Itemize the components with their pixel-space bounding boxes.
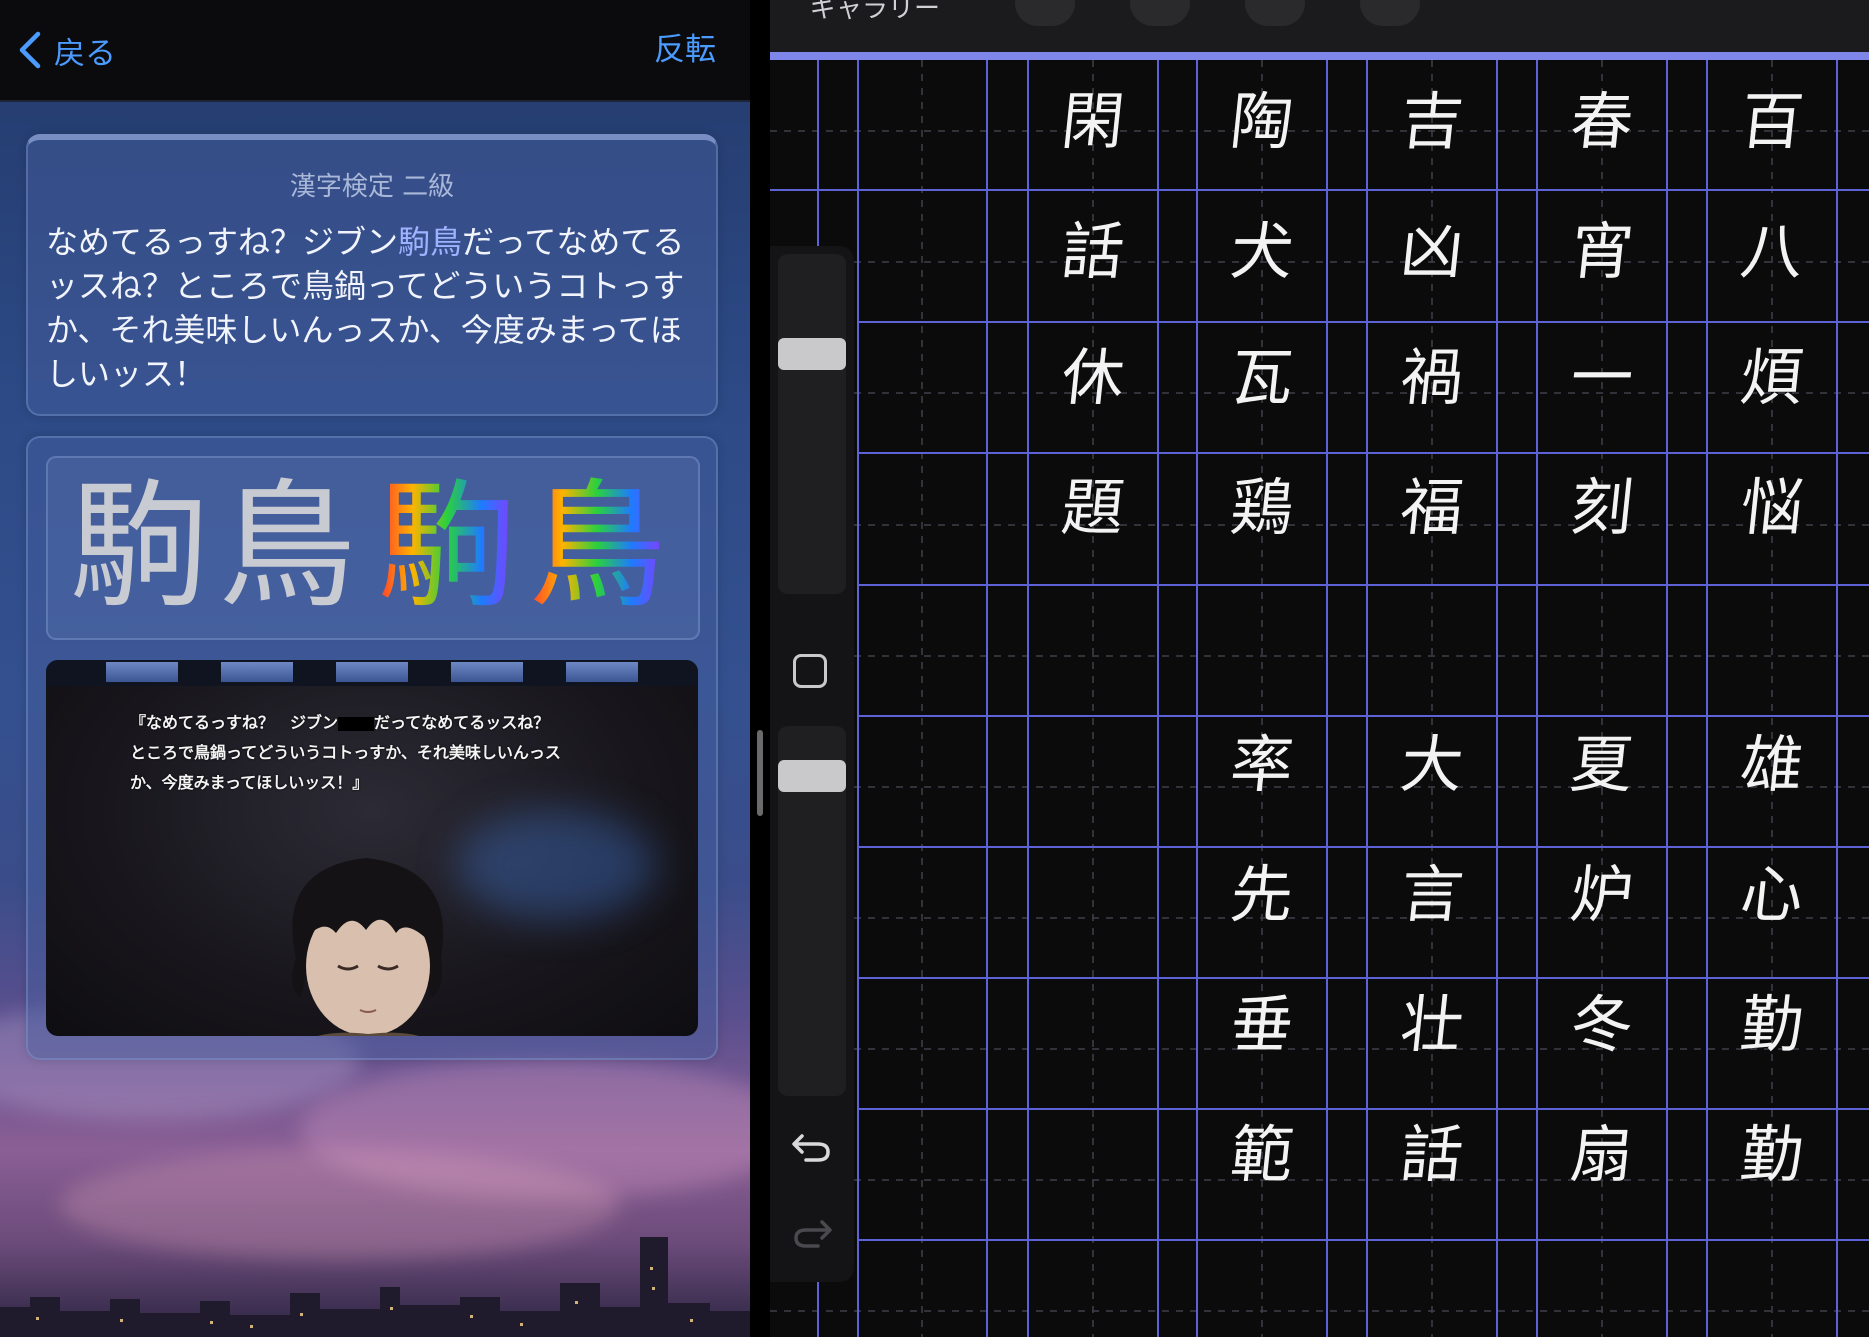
toolbar-tool-button[interactable] xyxy=(1130,0,1190,26)
question-text-before: なめてるっすね？ジブン xyxy=(46,223,399,261)
practice-cell[interactable] xyxy=(1696,583,1848,693)
practice-cell[interactable]: 壮 xyxy=(1356,970,1508,1080)
nav-bar: 戻る 反転 xyxy=(0,0,750,102)
redo-icon[interactable] xyxy=(790,1212,834,1252)
practice-cell[interactable]: 雄 xyxy=(1696,710,1848,820)
practice-cell[interactable]: 垂 xyxy=(1186,970,1338,1080)
practice-cell[interactable]: 陶 xyxy=(1186,67,1338,177)
practice-cell[interactable]: 炉 xyxy=(1526,840,1678,950)
practice-cell[interactable] xyxy=(1017,583,1169,693)
practice-cell[interactable]: 瓦 xyxy=(1186,323,1338,433)
practice-cell[interactable]: 禍 xyxy=(1356,323,1508,433)
brush-tool-button[interactable] xyxy=(1730,0,1790,26)
practice-cell[interactable]: 悩 xyxy=(1696,453,1848,563)
practice-cell[interactable]: 勤 xyxy=(1696,970,1848,1080)
dialogue-line1-before: 『なめてるっすね？ ジブン xyxy=(130,713,339,732)
game-dialogue-text: 『なめてるっすね？ ジブン だってなめてるッスね？ ところで鳥鍋ってどういうコトっ… xyxy=(130,708,630,798)
practice-cell[interactable]: 冬 xyxy=(1526,970,1678,1080)
undo-icon[interactable] xyxy=(790,1126,834,1166)
back-label: 戻る xyxy=(54,35,116,72)
practice-cell[interactable]: 題 xyxy=(1017,453,1169,563)
practice-cell[interactable]: 心 xyxy=(1696,840,1848,950)
practice-cell[interactable] xyxy=(1017,970,1169,1080)
practice-cell[interactable]: 勤 xyxy=(1696,1100,1848,1210)
dialogue-line1-after: だってなめてるッスね？ xyxy=(374,713,550,732)
dialogue-line3: か、今度みまってほしいッス！』 xyxy=(130,773,369,792)
practice-cell[interactable]: 八 xyxy=(1696,197,1848,307)
question-card: 漢字検定 二級 なめてるっすね？ジブン駒鳥だってなめてるッスね？ところで鳥鍋って… xyxy=(26,134,718,416)
answer-kanji-1: 駒 xyxy=(70,466,209,627)
toolbar-tool-button[interactable] xyxy=(1360,0,1420,26)
practice-cell[interactable]: 吉 xyxy=(1356,67,1508,177)
brush-size-slider[interactable] xyxy=(778,254,846,594)
split-view-divider xyxy=(750,0,770,1337)
game-screenshot: 『なめてるっすね？ ジブン だってなめてるッスね？ ところで鳥鍋ってどういうコトっ… xyxy=(46,660,698,1036)
back-button[interactable]: 戻る xyxy=(18,28,116,72)
practice-cell[interactable]: 話 xyxy=(1356,1100,1508,1210)
split-view-handle[interactable] xyxy=(757,730,763,816)
modify-square-icon[interactable] xyxy=(793,654,827,688)
practice-cell[interactable]: 百 xyxy=(1696,67,1848,177)
quiz-category: 漢字検定 二級 xyxy=(289,172,455,202)
question-highlight: 駒鳥 xyxy=(398,223,463,261)
toolbar-tool-button[interactable] xyxy=(1015,0,1075,26)
practice-cell[interactable]: 大 xyxy=(1356,710,1508,820)
practice-cell[interactable]: 率 xyxy=(1186,710,1338,820)
practice-cell[interactable]: 休 xyxy=(1017,323,1169,433)
practice-cell[interactable]: 春 xyxy=(1526,67,1678,177)
city-skyline xyxy=(0,1237,750,1337)
drawing-toolbar: ギャラリー xyxy=(770,0,1869,52)
practice-cell[interactable]: 一 xyxy=(1526,323,1678,433)
practice-cell[interactable] xyxy=(1017,1100,1169,1210)
blue-bird-glow xyxy=(456,810,656,920)
practice-cell[interactable]: 犬 xyxy=(1186,197,1338,307)
practice-cell[interactable]: 先 xyxy=(1186,840,1338,950)
kanji-quiz-pane: 戻る 反転 漢字検定 二級 なめてるっすね？ジブン駒鳥だってなめてるッスね？とこ… xyxy=(0,0,750,1337)
question-text: なめてるっすね？ジブン駒鳥だってなめてるッスね？ところで鳥鍋ってどういうコトっす… xyxy=(46,220,706,396)
practice-cell[interactable]: 範 xyxy=(1186,1100,1338,1210)
canvas-top-border xyxy=(770,52,1869,60)
practice-cell[interactable]: 閑 xyxy=(1017,67,1169,177)
drawing-app-pane: ギャラリー 閑 陶 吉 春 百 話 犬 凶 宵 八 休 瓦 禍 一 煩 題 鶏 … xyxy=(770,0,1869,1337)
practice-cell[interactable]: 話 xyxy=(1017,197,1169,307)
answer-kanji-2: 鳥 xyxy=(218,466,357,627)
character-illustration xyxy=(292,858,444,1036)
flip-button[interactable]: 反転 xyxy=(654,28,716,72)
practice-cell[interactable]: 煩 xyxy=(1696,323,1848,433)
practice-cell[interactable] xyxy=(1186,583,1338,693)
practice-cell[interactable]: 宵 xyxy=(1526,197,1678,307)
practice-cell[interactable] xyxy=(1356,583,1508,693)
practice-cell[interactable]: 刻 xyxy=(1526,453,1678,563)
window-strip xyxy=(46,660,698,686)
stroke-order-kanji-1: 駒 xyxy=(378,466,517,627)
side-toolbar xyxy=(770,246,854,1282)
practice-cell[interactable]: 言 xyxy=(1356,840,1508,950)
practice-cell[interactable]: 扇 xyxy=(1526,1100,1678,1210)
stroke-order-display: 駒 鳥 駒 鳥 xyxy=(46,456,700,640)
opacity-thumb[interactable] xyxy=(778,760,846,792)
answer-card: 駒 鳥 駒 鳥 『なめてるっすね？ ジブン だってなめてるッスね？ ところで鳥鍋っ… xyxy=(26,436,718,1060)
stroke-order-kanji-2: 鳥 xyxy=(528,466,667,627)
practice-cell[interactable] xyxy=(1526,583,1678,693)
dialogue-line2: ところで鳥鍋ってどういうコトっすか、それ美味しいんっス xyxy=(130,743,561,762)
gallery-button[interactable]: ギャラリー xyxy=(810,0,940,25)
chevron-left-icon xyxy=(19,31,41,69)
brush-size-thumb[interactable] xyxy=(778,338,846,370)
practice-cell[interactable]: 福 xyxy=(1356,453,1508,563)
practice-cell[interactable] xyxy=(1017,840,1169,950)
toolbar-tool-button[interactable] xyxy=(1245,0,1305,26)
practice-cell[interactable]: 夏 xyxy=(1526,710,1678,820)
practice-cell[interactable] xyxy=(1017,710,1169,820)
practice-cell[interactable]: 凶 xyxy=(1356,197,1508,307)
dialogue-blank xyxy=(338,716,375,731)
practice-cell[interactable]: 鶏 xyxy=(1186,453,1338,563)
